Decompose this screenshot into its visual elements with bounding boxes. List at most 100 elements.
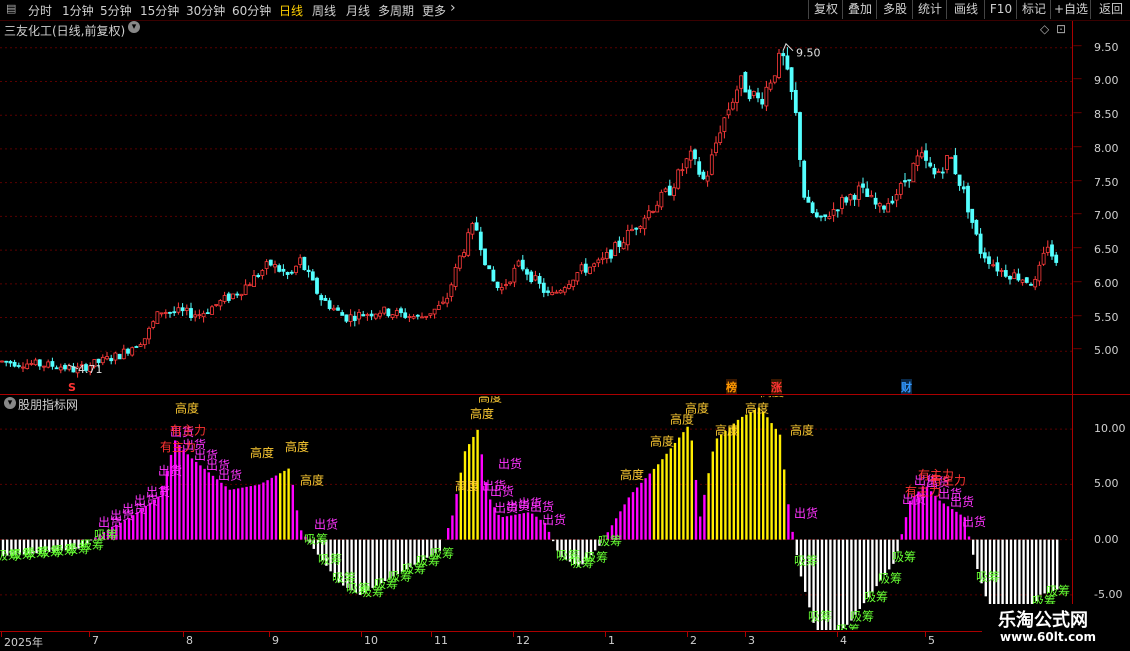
candle-down [206,313,209,314]
height-label: 高度 [300,472,324,487]
candle-down [5,361,8,362]
panel-divider [0,394,1130,395]
date-tick-mark [431,631,432,637]
price-tick-mark: — [1073,176,1082,186]
candle-up [26,364,29,369]
indicator-bar [762,411,764,539]
indicator-bar [166,470,168,539]
event-mark-0[interactable]: 榜 [726,379,737,395]
indicator-bar [174,440,176,539]
indicator-bar [686,427,688,540]
period-tab-8[interactable]: 月线 [346,2,370,19]
main-force-label: 有主力 [170,424,206,438]
candle-up [358,312,361,319]
candle-down [815,213,818,217]
event-mark-1[interactable]: 涨 [771,379,782,395]
period-toolbar: 分时 1分钟 5分钟 15分钟 30分钟 60分钟日线周线月线多周期更多› ▤ 复权叠加多股统… [0,0,1130,21]
event-mark-2[interactable]: 财 [901,379,912,395]
indicator-bar [909,501,911,540]
indicator-bar [867,540,869,598]
candle-down [904,181,907,182]
min-price-label: 4.71 [78,363,103,376]
toolbar-button-2[interactable]: 多股 [876,0,913,19]
period-tab-2[interactable]: 5分钟 [100,2,132,19]
candle-up [219,301,222,306]
main-force-label: 有主力 [930,473,966,487]
kline-panel[interactable]: 三友化工(日线,前复权) ▾ ◇ ⊡ 9.504.71S 榜涨财 [0,21,1130,394]
indicator-bar [674,443,676,540]
candle-up [899,184,902,195]
candle-up [30,363,33,364]
indicator-bar [182,450,184,540]
more-chevron-icon[interactable]: › [450,0,456,16]
candle-up [601,258,604,259]
period-tab-3[interactable]: 15分钟 [140,2,179,19]
indicator-bar [266,480,268,539]
toolbar-button-5[interactable]: F10 [984,0,1017,19]
toolbar-button-6[interactable]: 标记 [1016,0,1051,19]
period-tab-10[interactable]: 更多 [422,2,446,19]
date-tick-mark [605,631,606,637]
menu-icon[interactable]: ▤ [6,2,16,15]
candle-up [215,304,218,305]
period-tab-9[interactable]: 多周期 [378,2,414,19]
indicator-panel[interactable]: ▾ 股朋指标网 吸筹吸筹吸筹吸筹吸筹吸筹吸筹吸筹吸筹吸筹吸筹吸筹吸筹吸筹吸筹吸筹… [0,396,1130,630]
indicator-bar [699,516,701,539]
candle-down [799,113,802,160]
toolbar-button-8[interactable]: 返回 [1090,0,1130,19]
period-tab-6[interactable]: 日线 [279,2,303,19]
toolbar-button-7[interactable]: +自选 [1050,0,1091,19]
indicator-bar [838,540,840,630]
candle-down [584,264,587,272]
indicator-bar [535,517,537,540]
toolbar-button-1[interactable]: 叠加 [842,0,877,19]
candle-up [673,188,676,196]
candle-up [244,285,247,295]
ship-label: 出货 [530,499,554,514]
candle-up [253,276,256,287]
indicator-bar [149,503,151,540]
indicator-bar [783,469,785,539]
ship-label: 出货 [490,483,514,498]
candle-up [946,156,949,170]
period-tab-0[interactable]: 分时 [28,2,52,19]
candle-down [362,315,365,316]
candle-up [265,262,268,269]
candle-up [471,224,474,235]
absorb-label: 吸筹 [808,609,832,623]
absorb-label: 吸筹 [850,609,874,623]
indicator-bar [481,454,483,539]
candle-down [702,172,705,179]
indicator-tick-3: -5.00 [1094,588,1122,601]
candle-down [521,260,524,269]
period-tab-4[interactable]: 30分钟 [186,2,225,19]
candle-down [307,270,310,271]
indicator-bar [506,516,508,539]
indicator-bar [905,517,907,539]
date-tick-mark [183,631,184,637]
indicator-bar [237,488,239,539]
candle-down [979,234,982,253]
candle-down [127,349,130,353]
indicator-bar [271,478,273,540]
candle-down [1051,245,1054,256]
absorb-label: 吸筹 [598,534,622,548]
indicator-bar [195,462,197,540]
period-tab-7[interactable]: 周线 [312,2,336,19]
date-tick-0: 2025年 [4,634,43,650]
candle-up [232,294,235,299]
indicator-tick-1: 5.00 [1094,477,1119,490]
candle-down [55,368,58,369]
period-tab-1[interactable]: 1分钟 [62,2,94,19]
candle-down [479,232,482,250]
toolbar-button-0[interactable]: 复权 [808,0,843,19]
indicator-bar [199,465,201,539]
toolbar-button-3[interactable]: 统计 [912,0,947,19]
candle-down [883,206,886,209]
indicator-bar [258,485,260,540]
candle-down [862,184,865,187]
date-tick-mark [925,631,926,637]
indicator-bar [842,540,844,629]
toolbar-button-4[interactable]: 画线 [946,0,985,19]
period-tab-5[interactable]: 60分钟 [232,2,271,19]
